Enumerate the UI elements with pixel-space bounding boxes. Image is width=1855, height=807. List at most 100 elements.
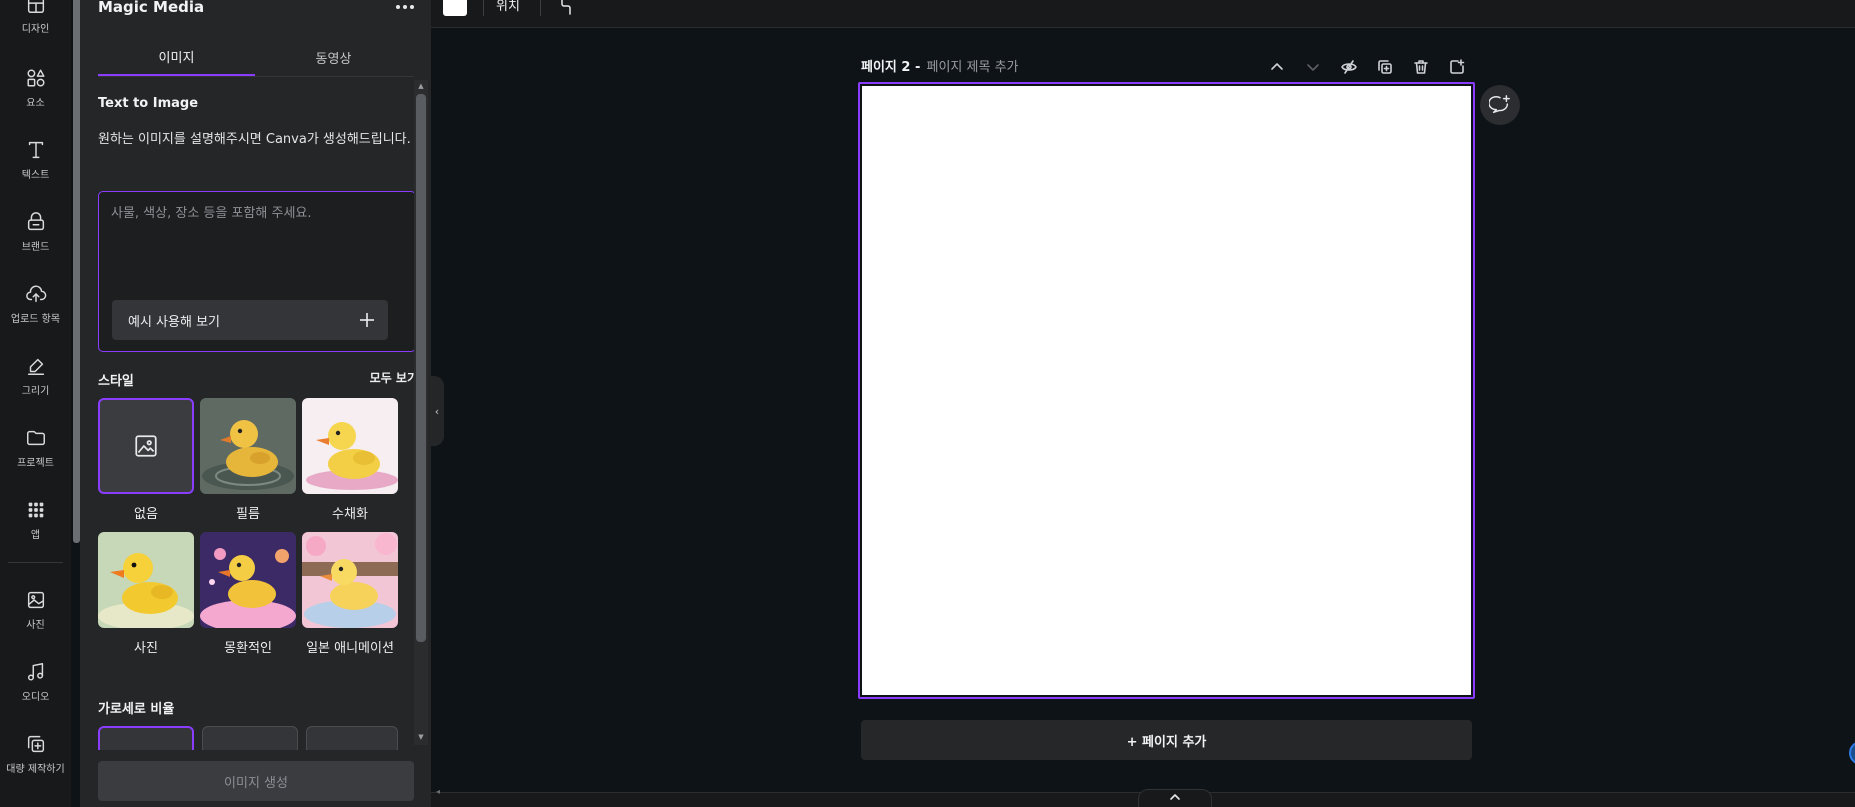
photo-icon <box>27 591 44 609</box>
rail-scrollbar[interactable] <box>73 0 80 543</box>
upload-cloud-icon <box>25 285 46 303</box>
ratio-option-portrait[interactable] <box>306 726 398 750</box>
left-rail: 디자인 요소 텍스트 브랜드 업로드 항목 그리기 프로젝트 앱 사진 오디오 … <box>0 0 71 807</box>
style-thumb <box>200 398 296 494</box>
style-card-dreamy[interactable]: 몽환적인 <box>200 532 296 659</box>
rail-item-audio[interactable]: 오디오 <box>0 652 71 712</box>
rail-label: 그리기 <box>21 386 50 397</box>
toolbar-divider <box>483 0 484 16</box>
style-card-anime[interactable]: 일본 애니메이션 <box>302 532 398 659</box>
panel-scrollbar-thumb[interactable] <box>416 94 426 642</box>
scroll-up-arrow[interactable]: ▲ <box>416 81 426 91</box>
watercolor-duck-image <box>302 398 398 494</box>
add-page-button[interactable]: + 페이지 추가 <box>861 720 1472 760</box>
panel-header: Magic Media <box>98 0 418 18</box>
style-thumb <box>302 532 398 628</box>
text-icon <box>28 141 43 159</box>
style-label: 없음 <box>134 507 158 522</box>
plus-icon <box>360 313 374 327</box>
prompt-box: 예시 사용해 보기 <box>98 191 416 352</box>
style-label: 사진 <box>134 641 158 656</box>
background-color-swatch[interactable] <box>443 0 467 16</box>
page-title-placeholder[interactable]: 페이지 제목 추가 <box>927 60 1019 75</box>
style-thumb <box>302 398 398 494</box>
tab-image[interactable]: 이미지 <box>98 38 255 76</box>
move-page-up-button[interactable] <box>1265 55 1289 79</box>
try-example-button[interactable]: 예시 사용해 보기 <box>112 300 388 340</box>
rail-item-apps[interactable]: 앱 <box>0 490 71 550</box>
film-duck-image <box>200 398 296 494</box>
more-dots-icon <box>396 5 414 9</box>
try-example-label: 예시 사용해 보기 <box>128 314 220 330</box>
rail-item-projects[interactable]: 프로젝트 <box>0 418 71 478</box>
more-options-button[interactable] <box>392 0 418 16</box>
page-title-row[interactable]: 페이지 2 - 페이지 제목 추가 <box>861 56 1019 75</box>
duplicate-page-button[interactable] <box>1373 55 1397 79</box>
rail-item-bulk-create[interactable]: 대량 제작하기 <box>0 724 71 784</box>
toolbar-divider <box>540 0 541 16</box>
magic-media-panel: Magic Media 이미지 동영상 Text to Image 원하는 이미… <box>80 0 431 807</box>
rail-item-draw[interactable]: 그리기 <box>0 346 71 406</box>
style-card-none[interactable]: 없음 <box>98 398 194 525</box>
chevron-up-icon <box>1170 794 1180 800</box>
style-card-film[interactable]: 필름 <box>200 398 296 525</box>
style-thumb <box>98 532 194 628</box>
delete-page-button[interactable] <box>1409 55 1433 79</box>
rail-divider <box>8 562 63 563</box>
style-label: 몽환적인 <box>224 641 272 656</box>
see-all-link[interactable]: 모두 보기 <box>330 369 418 386</box>
notes-toggle[interactable] <box>1138 789 1212 807</box>
style-card-watercolor[interactable]: 수채화 <box>302 398 398 525</box>
position-button[interactable]: 위치 <box>496 0 520 14</box>
layout-icon <box>27 0 44 13</box>
rail-label: 디자인 <box>21 24 50 35</box>
anime-duck-image <box>302 532 398 628</box>
add-page-icon <box>1450 59 1465 74</box>
page-tools <box>1265 55 1469 79</box>
help-button[interactable] <box>1849 741 1855 765</box>
bulk-create-icon <box>27 735 44 753</box>
page-canvas[interactable] <box>862 86 1471 695</box>
rail-label: 대량 제작하기 <box>6 764 65 775</box>
rail-label: 오디오 <box>21 692 50 703</box>
rail-item-text[interactable]: 텍스트 <box>0 130 71 190</box>
music-note-icon <box>27 663 43 681</box>
section-title: Text to Image <box>98 96 199 111</box>
rail-label: 요소 <box>26 98 45 109</box>
rail-label: 앱 <box>30 530 41 541</box>
collapse-panel-button[interactable]: ‹ <box>430 376 444 446</box>
prompt-input[interactable] <box>111 202 401 292</box>
folder-icon <box>26 430 45 446</box>
comment-add-icon <box>1489 95 1510 114</box>
style-card-photo[interactable]: 사진 <box>98 532 194 659</box>
rail-item-design[interactable]: 디자인 <box>0 0 71 44</box>
tab-video[interactable]: 동영상 <box>255 38 412 76</box>
rail-label: 프로젝트 <box>17 458 54 469</box>
photo-duck-image <box>98 532 194 628</box>
rail-item-brand[interactable]: 브랜드 <box>0 202 71 262</box>
style-thumb <box>98 398 194 494</box>
add-page-icon-button[interactable] <box>1445 55 1469 79</box>
style-label: 필름 <box>236 507 260 522</box>
paint-format-icon[interactable] <box>558 0 574 16</box>
generate-image-button[interactable]: 이미지 생성 <box>98 761 414 801</box>
aspect-ratio-heading: 가로세로 비율 <box>98 702 175 717</box>
scroll-down-arrow[interactable]: ▼ <box>416 732 426 742</box>
ratio-option-landscape[interactable] <box>202 726 298 750</box>
hide-page-button[interactable] <box>1337 55 1361 79</box>
rail-item-elements[interactable]: 요소 <box>0 58 71 118</box>
rail-item-photos[interactable]: 사진 <box>0 580 71 640</box>
design-page[interactable] <box>858 82 1475 699</box>
chevron-down-icon <box>1307 64 1319 71</box>
move-page-down-button[interactable] <box>1301 55 1325 79</box>
image-placeholder-icon <box>135 435 157 457</box>
rail-item-uploads[interactable]: 업로드 항목 <box>0 274 71 334</box>
page-number: 페이지 2 - <box>861 60 921 75</box>
add-comment-button[interactable] <box>1480 85 1520 125</box>
brand-icon <box>27 212 44 231</box>
style-thumb <box>200 532 296 628</box>
ratio-option-square[interactable] <box>98 726 194 750</box>
duplicate-icon <box>1378 60 1392 74</box>
scroll-left-arrow[interactable]: ◂ <box>436 787 440 796</box>
style-label: 수채화 <box>332 507 368 522</box>
